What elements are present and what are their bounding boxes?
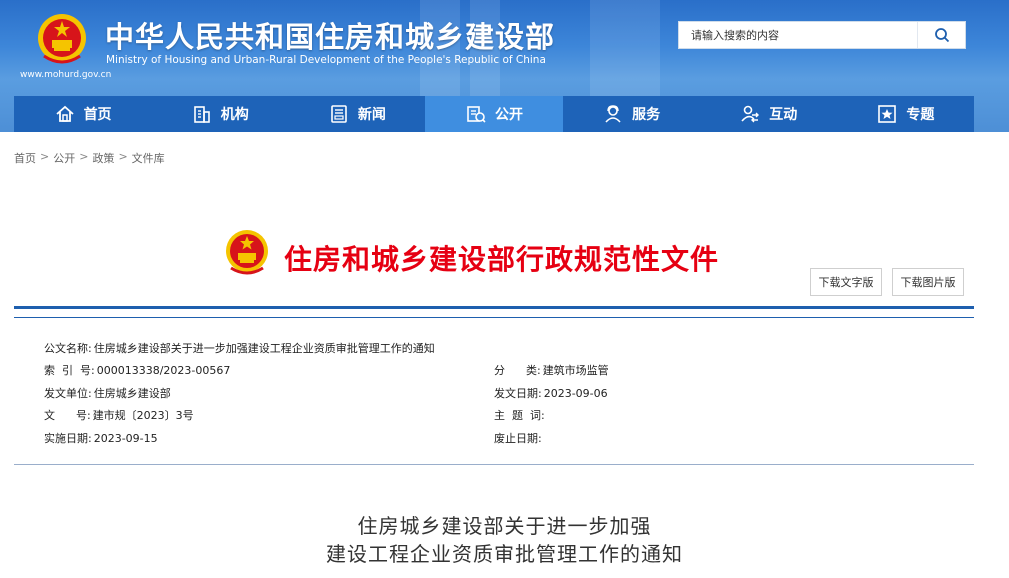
- info-value: 2023-09-15: [93, 432, 158, 445]
- nav-item-organization[interactable]: 机构: [151, 96, 288, 132]
- site-url: www.mohurd.gov.cn: [20, 70, 112, 80]
- header-background-building: [590, 0, 660, 96]
- info-label: 废止日期:: [494, 432, 542, 445]
- service-icon: [605, 105, 621, 123]
- search-input[interactable]: [679, 22, 917, 48]
- nav-item-public[interactable]: 公开: [425, 96, 563, 132]
- interaction-icon: [741, 105, 760, 123]
- breadcrumb-policy[interactable]: 政策: [92, 150, 114, 166]
- info-row-date: 发文日期: 2023-09-06: [494, 385, 608, 401]
- info-value: 2023-09-06: [543, 387, 608, 400]
- info-row-category: 分 类: 建筑市场监管: [494, 362, 609, 378]
- info-value: 建市规〔2023〕3号: [92, 409, 194, 422]
- info-value: 住房城乡建设部关于进一步加强建设工程企业资质审批管理工作的通知: [93, 342, 435, 355]
- info-row-doc-no: 文 号: 建市规〔2023〕3号: [44, 407, 194, 423]
- info-row-index: 索 引 号: 000013338/2023-00567: [44, 362, 230, 378]
- star-icon: [878, 105, 897, 123]
- breadcrumb-public[interactable]: 公开: [53, 150, 75, 166]
- info-label: 主 题 词:: [494, 409, 545, 422]
- national-emblem-icon: [226, 230, 268, 275]
- banner-title: 住房和城乡建设部行政规范性文件: [284, 243, 720, 276]
- site-title: 中华人民共和国住房和城乡建设部: [105, 20, 556, 54]
- info-row-issuer: 发文单位: 住房城乡建设部: [44, 385, 171, 401]
- search-icon: [934, 28, 949, 43]
- news-icon: [331, 105, 347, 123]
- divider: [14, 464, 974, 465]
- info-row-effective: 实施日期: 2023-09-15: [44, 430, 158, 446]
- divider: [14, 306, 974, 309]
- info-value: 建筑市场监管: [542, 364, 609, 377]
- download-text-button[interactable]: 下载文字版: [810, 268, 882, 296]
- building-icon: [193, 106, 210, 123]
- nav-label: 公开: [494, 107, 523, 123]
- search-button[interactable]: [917, 22, 965, 48]
- info-label: 索 引 号:: [44, 364, 95, 377]
- nav-label: 互动: [769, 107, 798, 123]
- nav-label: 服务: [632, 107, 661, 123]
- breadcrumb-home[interactable]: 首页: [14, 150, 36, 166]
- nav-item-service[interactable]: 服务: [563, 96, 700, 132]
- nav-label: 机构: [220, 107, 249, 123]
- nav-label: 专题: [906, 107, 935, 123]
- site-subtitle: Ministry of Housing and Urban-Rural Deve…: [106, 54, 546, 66]
- nav-item-topics[interactable]: 专题: [837, 96, 974, 132]
- info-row-expire: 废止日期:: [494, 430, 544, 446]
- nav-label: 首页: [83, 107, 112, 123]
- nav-item-news[interactable]: 新闻: [288, 96, 425, 132]
- breadcrumb-separator: >: [118, 150, 128, 163]
- search-box: [678, 21, 966, 49]
- info-label: 文 号:: [44, 409, 91, 422]
- info-value: 000013338/2023-00567: [96, 364, 231, 377]
- info-label: 分 类:: [494, 364, 541, 377]
- info-label: 公文名称:: [44, 342, 92, 355]
- home-icon: [55, 105, 74, 122]
- download-image-button[interactable]: 下载图片版: [892, 268, 964, 296]
- breadcrumb-library[interactable]: 文件库: [132, 150, 165, 166]
- document-title-line2: 建设工程企业资质审批管理工作的通知: [326, 542, 683, 566]
- document-icon: [467, 106, 486, 123]
- breadcrumb-separator: >: [79, 150, 89, 163]
- document-title-line1: 住房城乡建设部关于进一步加强: [357, 514, 652, 538]
- info-label: 发文单位:: [44, 387, 92, 400]
- info-row-doc-name: 公文名称: 住房城乡建设部关于进一步加强建设工程企业资质审批管理工作的通知: [44, 340, 435, 356]
- main-nav: 首页 机构 新闻 公开 服务 互动 专题: [14, 96, 974, 132]
- info-value: 住房城乡建设部: [93, 387, 171, 400]
- breadcrumb: 首页 > 公开 > 政策 > 文件库: [14, 150, 165, 166]
- breadcrumb-separator: >: [40, 150, 50, 163]
- info-label: 发文日期:: [494, 387, 542, 400]
- national-emblem-icon[interactable]: [36, 12, 88, 66]
- nav-item-home[interactable]: 首页: [14, 96, 151, 132]
- info-label: 实施日期:: [44, 432, 92, 445]
- info-row-subject: 主 题 词:: [494, 407, 547, 423]
- nav-item-interaction[interactable]: 互动: [700, 96, 837, 132]
- divider: [14, 317, 974, 318]
- nav-label: 新闻: [357, 107, 386, 123]
